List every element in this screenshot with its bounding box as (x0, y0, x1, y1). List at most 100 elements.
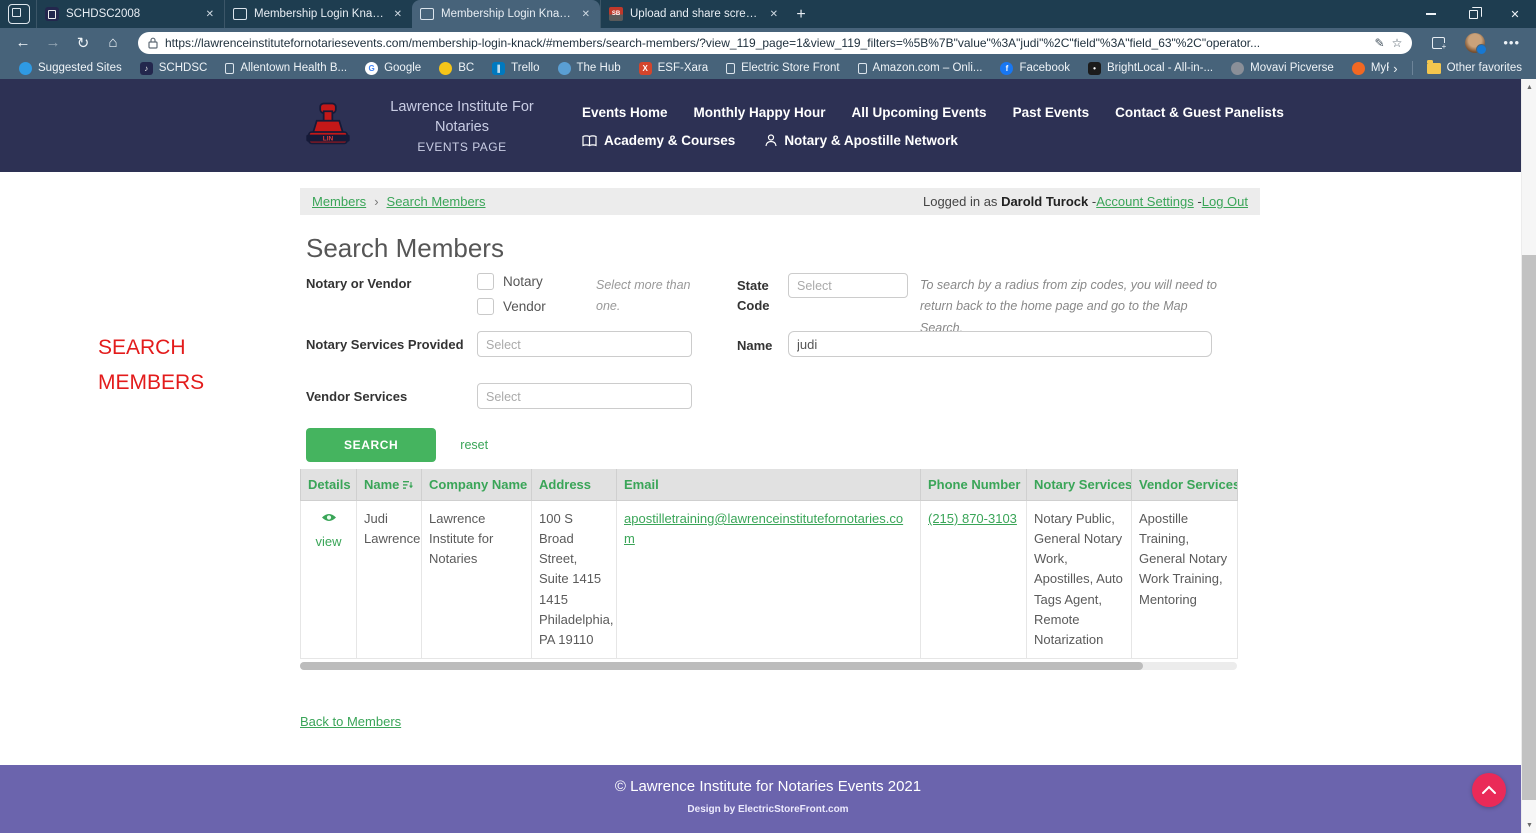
home-button[interactable]: ⌂ (100, 31, 126, 55)
myfooddiary-icon (1352, 62, 1365, 75)
address-bar[interactable]: https://lawrenceinstitutefornotarieseven… (138, 32, 1412, 54)
suggested-sites-icon (19, 62, 32, 75)
name-input[interactable] (788, 331, 1212, 357)
bookmark-trello[interactable]: ∥Trello (483, 57, 548, 79)
vertical-scrollbar[interactable]: ▲ ▼ (1521, 79, 1536, 833)
tab-close-icon[interactable]: ✕ (768, 9, 780, 20)
account-settings-link[interactable]: Account Settings (1096, 194, 1194, 209)
bookmarks-overflow-icon[interactable]: › (1389, 61, 1401, 76)
esf-xara-icon: X (639, 62, 652, 75)
site-logo[interactable]: LIN Lawrence Institute For Notaries EVEN… (302, 97, 558, 155)
bookmark-label: BC (458, 62, 474, 74)
logged-in-prefix: Logged in as (923, 194, 997, 209)
browser-tab-membership-active[interactable]: Membership Login Knack | LIN - ✕ (412, 0, 600, 28)
view-link[interactable]: view (315, 532, 341, 552)
horizontal-scrollbar[interactable] (300, 662, 1237, 670)
col-name[interactable]: Name (357, 469, 422, 501)
browser-tab-membership-1[interactable]: Membership Login Knack | LIN - ✕ (224, 0, 412, 28)
nav-contact-guest-panelists[interactable]: Contact & Guest Panelists (1115, 105, 1284, 120)
browser-tab-upload-screenshots[interactable]: SB Upload and share screenshots a... ✕ (600, 0, 788, 28)
bookmark-bc[interactable]: BC (430, 57, 483, 79)
bookmark-schdsc[interactable]: ♪SCHDSC (131, 57, 217, 79)
nav-academy-courses[interactable]: Academy & Courses (582, 133, 735, 148)
col-address: Address (532, 469, 617, 501)
tab-title: Membership Login Knack | LIN - (441, 8, 573, 20)
bookmark-electric-store-front[interactable]: Electric Store Front (717, 57, 848, 79)
bookmark-suggested-sites[interactable]: Suggested Sites (10, 57, 131, 79)
titlebar: SCHDSC2008 ✕ Membership Login Knack | LI… (0, 0, 1536, 28)
bookmark-esf-xara[interactable]: XESF-Xara (630, 57, 718, 79)
scrollbar-down-icon[interactable]: ▼ (1522, 818, 1536, 832)
page-icon (225, 63, 234, 74)
state-code-select[interactable] (788, 273, 908, 298)
person-icon (765, 134, 777, 147)
breadcrumb-search-members-link[interactable]: Search Members (387, 194, 486, 209)
bookmark-google[interactable]: GGoogle (356, 57, 430, 79)
back-to-members-link[interactable]: Back to Members (300, 714, 401, 729)
results-table: Details Name Company Name Address Email … (300, 469, 1238, 659)
forward-button[interactable]: → (40, 31, 66, 55)
nav-notary-apostille-network[interactable]: Notary & Apostille Network (765, 133, 958, 148)
nav-monthly-happy-hour[interactable]: Monthly Happy Hour (694, 105, 826, 120)
bookmark-the-hub[interactable]: The Hub (549, 57, 630, 79)
collections-icon[interactable] (1432, 37, 1445, 49)
breadcrumb-members-link[interactable]: Members (312, 194, 366, 209)
bookmark-myfooddiary[interactable]: MyFoodDiary (1343, 57, 1389, 79)
name-label: Name (737, 338, 772, 353)
refresh-button[interactable]: ↻ (70, 31, 96, 55)
tab-title: Membership Login Knack | LIN - (254, 8, 385, 20)
browser-window: SCHDSC2008 ✕ Membership Login Knack | LI… (0, 0, 1536, 833)
nav-events-home[interactable]: Events Home (582, 105, 668, 120)
favorite-star-icon[interactable]: ☆ (1392, 36, 1403, 50)
checkbox-icon[interactable] (477, 298, 494, 315)
profile-avatar[interactable] (1465, 33, 1485, 53)
browser-tab-schdsc2008[interactable]: SCHDSC2008 ✕ (36, 0, 224, 28)
bookmark-facebook[interactable]: fFacebook (991, 57, 1079, 79)
bookmark-amazon-com-onli[interactable]: Amazon.com – Onli... (849, 57, 992, 79)
view-eye-icon[interactable] (321, 512, 337, 523)
address-cell: 100 S Broad Street, Suite 1415 1415 Phil… (532, 501, 617, 659)
new-tab-button[interactable]: + (788, 2, 814, 28)
bookmark-movavi-picverse[interactable]: Movavi Picverse (1222, 57, 1343, 79)
back-button[interactable]: ← (10, 31, 36, 55)
edit-url-icon[interactable]: ✎ (1375, 36, 1385, 50)
site-header: LIN Lawrence Institute For Notaries EVEN… (0, 79, 1536, 172)
horizontal-scrollbar-thumb[interactable] (300, 662, 1143, 670)
minimize-button[interactable] (1410, 0, 1452, 28)
reset-link[interactable]: reset (460, 438, 488, 452)
other-favorites-button[interactable]: Other favorites (1423, 57, 1526, 79)
scrollbar-up-icon[interactable]: ▲ (1522, 80, 1536, 94)
nav-past-events[interactable]: Past Events (1013, 105, 1090, 120)
notary-checkbox[interactable]: Notary (477, 273, 543, 290)
tab-close-icon[interactable]: ✕ (204, 9, 216, 20)
settings-menu-icon[interactable]: ••• (1503, 35, 1520, 50)
notary-services-select[interactable] (477, 331, 692, 357)
table-row: view Judi Lawrence Lawrence Institute fo… (301, 501, 1238, 659)
bookmark-brightlocal-all-in[interactable]: •BrightLocal - All-in-... (1079, 57, 1222, 79)
checkbox-icon[interactable] (477, 273, 494, 290)
vendor-checkbox[interactable]: Vendor (477, 298, 546, 315)
breadcrumb-separator: › (374, 194, 378, 209)
tab-close-icon[interactable]: ✕ (580, 9, 592, 20)
phone-link[interactable]: (215) 870-3103 (928, 511, 1017, 526)
main-content: Members › Search Members Logged in as Da… (300, 188, 1260, 731)
workspaces-icon[interactable] (8, 4, 30, 24)
restore-button[interactable] (1452, 0, 1494, 28)
nav-all-upcoming-events[interactable]: All Upcoming Events (852, 105, 987, 120)
lock-icon (148, 37, 158, 49)
stamp-logo-icon: LIN (302, 101, 354, 151)
bookmark-allentown-health-b[interactable]: Allentown Health B... (216, 57, 356, 79)
search-button[interactable]: SEARCH (306, 428, 436, 462)
bookmark-label: SCHDSC (159, 62, 208, 74)
facebook-icon: f (1000, 62, 1013, 75)
email-link[interactable]: apostilletraining@lawrenceinstituteforno… (624, 511, 903, 546)
vertical-scrollbar-thumb[interactable] (1522, 255, 1536, 800)
scroll-to-top-button[interactable] (1472, 773, 1506, 807)
tab-close-icon[interactable]: ✕ (392, 9, 404, 20)
bookmark-label: Suggested Sites (38, 62, 122, 74)
bookmark-label: BrightLocal - All-in-... (1107, 62, 1213, 74)
log-out-link[interactable]: Log Out (1202, 194, 1248, 209)
email-cell: apostilletraining@lawrenceinstituteforno… (617, 501, 921, 659)
close-button[interactable]: ✕ (1494, 0, 1536, 28)
vendor-services-select[interactable] (477, 383, 692, 409)
